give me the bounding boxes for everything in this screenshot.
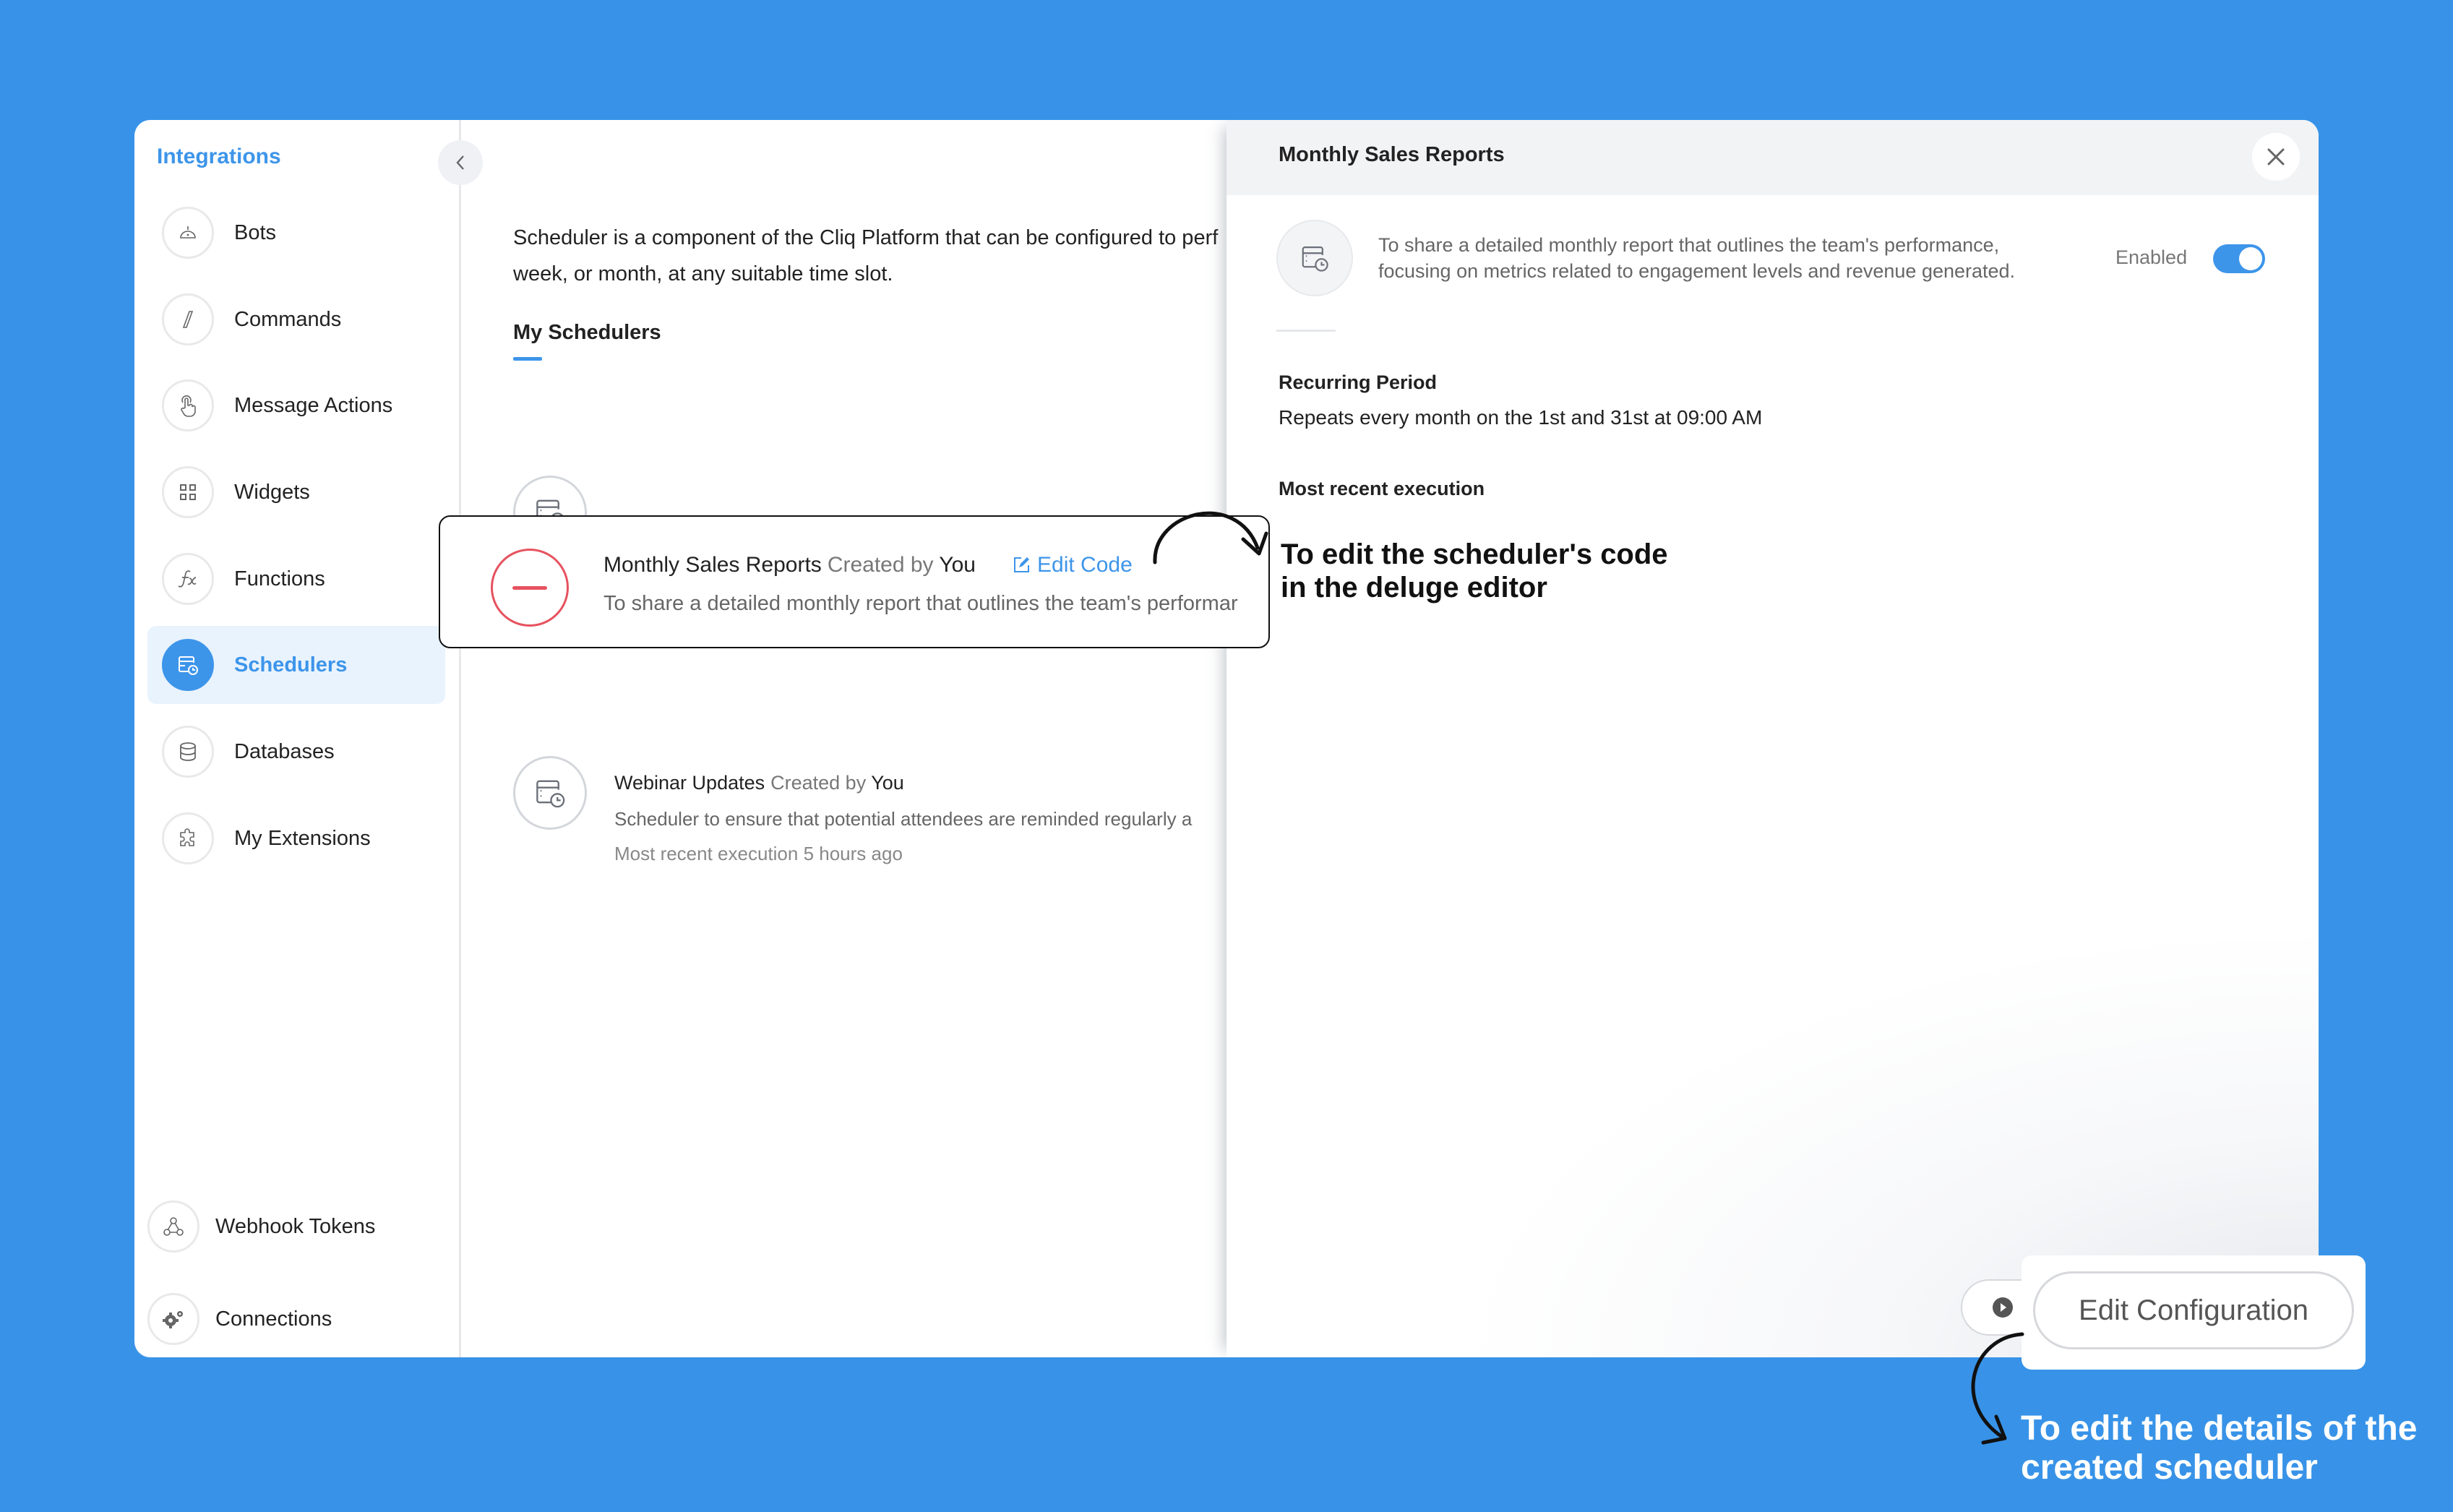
created-by-user: You [871, 772, 904, 794]
scheduler-description: Scheduler to ensure that potential atten… [614, 808, 1193, 830]
annotation-line: in the deluge editor [1281, 572, 1547, 603]
scheduler-detail-panel: Monthly Sales Reports To share a detaile… [1226, 120, 2319, 1357]
sidebar-item-webhook-tokens[interactable]: Webhook Tokens [134, 1187, 432, 1266]
description-line: To share a detailed monthly report that … [1378, 234, 2000, 256]
panel-description: To share a detailed monthly report that … [1378, 232, 2015, 284]
toggle-knob [2239, 247, 2262, 270]
sidebar-item-label: Bots [234, 220, 277, 244]
schedulers-main: Scheduler is a component of the Cliq Pla… [463, 120, 1226, 1357]
chevron-left-icon [456, 155, 464, 170]
scheduler-icon [513, 756, 587, 830]
gears-icon [147, 1293, 199, 1345]
play-icon [1992, 1297, 2013, 1318]
created-by-label: Created by [827, 553, 934, 577]
sidebar-item-label: Connections [215, 1307, 332, 1331]
edit-icon [1014, 557, 1029, 572]
scheduler-description: To share a detailed monthly report that … [603, 592, 1238, 615]
scheduler-name-line: Webinar Updates Created by You [614, 772, 904, 794]
sidebar-item-bots[interactable]: Bots [147, 194, 445, 272]
edit-code-link[interactable]: Edit Code [1011, 553, 1133, 577]
scheduler-list-item-highlighted[interactable]: Monthly Sales Reports Created by You Edit… [439, 515, 1270, 648]
my-schedulers-tab[interactable]: My Schedulers [513, 321, 661, 345]
sidebar-item-commands[interactable]: Commands [147, 280, 445, 358]
annotation-arrow-icon [1153, 511, 1268, 564]
recurring-period-value: Repeats every month on the 1st and 31st … [1279, 406, 1763, 429]
edit-configuration-callout: Edit Configuration [2022, 1255, 2366, 1370]
scheduler-name-line: Monthly Sales Reports Created by You [603, 553, 976, 577]
edit-configuration-button[interactable]: Edit Configuration [2033, 1271, 2354, 1349]
sidebar-item-label: Webhook Tokens [215, 1214, 376, 1238]
sidebar-item-functions[interactable]: Functions [147, 540, 445, 618]
edit-code-annotation: To edit the scheduler's code in the delu… [1281, 538, 1668, 604]
sidebar-item-label: Functions [234, 567, 325, 590]
grid-icon [162, 466, 214, 518]
database-icon [162, 726, 214, 778]
puzzle-icon [162, 812, 214, 864]
panel-header: Monthly Sales Reports [1226, 120, 2319, 195]
description-line: focusing on metrics related to engagemen… [1378, 260, 2016, 282]
sidebar-item-message-actions[interactable]: Message Actions [147, 366, 445, 444]
annotation-line: To edit the scheduler's code [1281, 538, 1668, 570]
created-by-label: Created by [770, 772, 867, 794]
divider [1276, 330, 1336, 332]
recent-execution-label: Most recent execution [1279, 478, 1485, 499]
annotation-line: created scheduler [2021, 1448, 2318, 1487]
panel-title: Monthly Sales Reports [1279, 143, 1505, 166]
sidebar: Integrations Bots Commands Message Actio… [134, 120, 461, 1357]
sidebar-item-label: Commands [234, 307, 342, 331]
recurring-period-label: Recurring Period [1279, 371, 1438, 393]
scheduler-name[interactable]: Monthly Sales Reports [603, 553, 822, 577]
function-fx-icon [162, 553, 214, 605]
sidebar-item-widgets[interactable]: Widgets [147, 453, 445, 531]
slash-command-icon [162, 293, 214, 345]
sidebar-title: Integrations [157, 145, 281, 168]
sidebar-item-databases[interactable]: Databases [147, 713, 445, 791]
edit-configuration-annotation: To edit the details of the created sched… [2021, 1409, 2417, 1487]
webhook-icon [147, 1200, 199, 1253]
sidebar-item-label: Schedulers [234, 653, 348, 676]
tap-hand-icon [162, 379, 214, 431]
sidebar-item-my-extensions[interactable]: My Extensions [147, 799, 445, 877]
annotation-arrow-icon [1971, 1332, 2024, 1445]
integrations-window: Integrations Bots Commands Message Actio… [134, 120, 2319, 1357]
scheduler-icon [1276, 220, 1353, 296]
scheduler-last-run: Most recent execution 5 hours ago [614, 843, 903, 864]
sidebar-item-label: Databases [234, 739, 335, 763]
bot-icon [162, 207, 214, 259]
sidebar-item-label: Widgets [234, 480, 310, 504]
status-label: Enabled [2115, 246, 2188, 268]
sidebar-item-schedulers[interactable]: Schedulers [147, 626, 445, 704]
edit-configuration-label: Edit Configuration [2079, 1294, 2308, 1326]
sidebar-item-label: My Extensions [234, 826, 371, 850]
sidebar-item-connections[interactable]: Connections [134, 1280, 432, 1357]
disabled-status-icon [491, 549, 569, 627]
close-button[interactable] [2252, 133, 2300, 181]
close-icon [2267, 148, 2285, 166]
created-by-user: You [939, 553, 976, 577]
collapse-sidebar-button[interactable] [438, 140, 483, 185]
enabled-toggle[interactable] [2213, 244, 2265, 273]
edit-code-label: Edit Code [1037, 553, 1133, 577]
scheduler-name[interactable]: Webinar Updates [614, 772, 765, 794]
sidebar-item-label: Message Actions [234, 393, 393, 417]
annotation-line: To edit the details of the [2021, 1409, 2418, 1448]
scheduler-icon [162, 639, 214, 691]
tab-underline [513, 357, 542, 361]
